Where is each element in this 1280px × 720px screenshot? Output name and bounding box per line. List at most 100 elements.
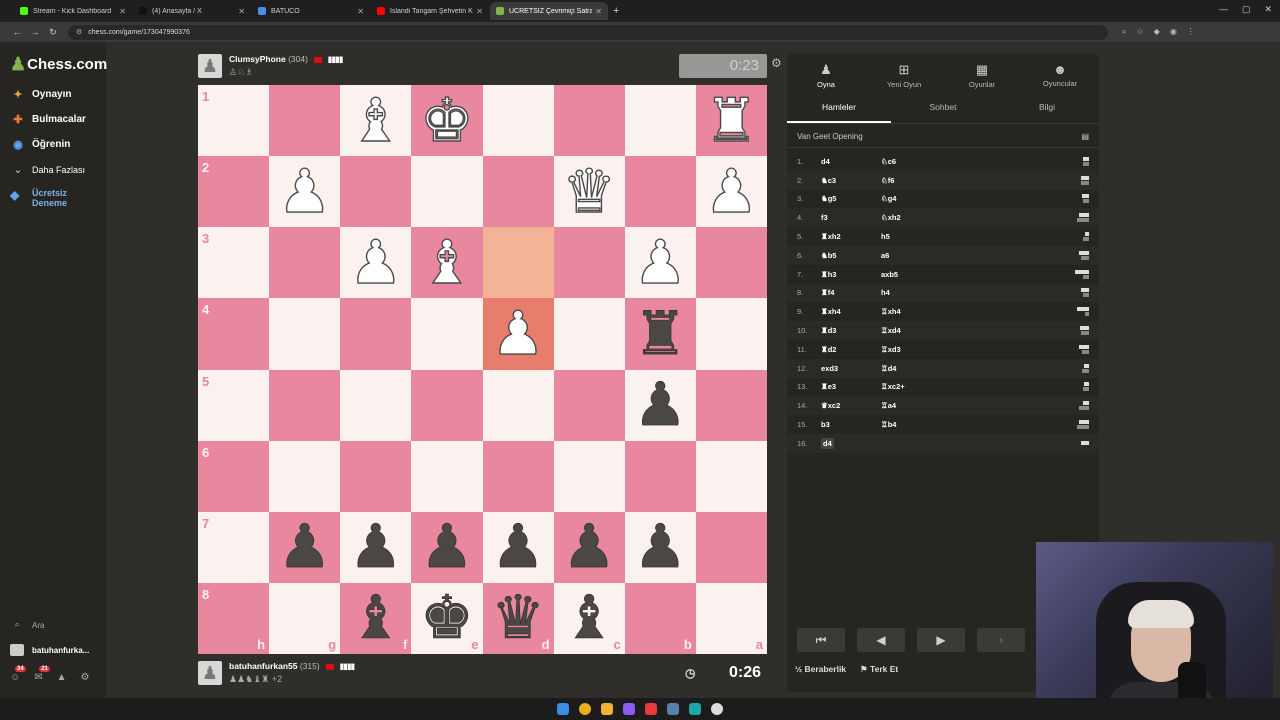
black-bishop-icon[interactable]: ♝	[562, 588, 616, 649]
white-move[interactable]: ♛xc2	[821, 401, 881, 410]
board-square[interactable]	[340, 156, 412, 228]
white-pawn-icon[interactable]: ♟	[704, 161, 759, 222]
black-pawn-icon[interactable]: ♟	[349, 517, 403, 578]
black-pawn-icon[interactable]: ♟	[633, 375, 687, 436]
white-rook-icon[interactable]: ♜	[704, 90, 759, 151]
white-move[interactable]: ♜h3	[821, 270, 881, 279]
board-square[interactable]: ♟	[624, 369, 696, 441]
chess-board[interactable]: 1 ♝ ♚ ♜ 2 ♟ ♛ ♟ 3 ♟ ♝ ♟ 4 ♟ ♜ 5 ♟ 6 7 ♟ ♟ ♟ ♟ ♟ ♟ 8 h g f ♝ e ♚ d ♛ c ♝ b a	[198, 85, 767, 654]
board-square[interactable]	[695, 298, 767, 370]
black-move[interactable]: ♖a4	[881, 401, 941, 410]
opponent-name[interactable]: ClumsyPhone	[229, 54, 286, 64]
board-square[interactable]	[269, 298, 341, 370]
browser-tab[interactable]: İslandi Tangam Şehvetin Kremi✕	[371, 2, 489, 20]
board-square[interactable]	[340, 298, 412, 370]
board-square[interactable]	[553, 227, 625, 299]
black-move[interactable]: h4	[881, 288, 941, 297]
tab-players[interactable]: ☻ Oyuncular	[1021, 54, 1099, 96]
browser-tab[interactable]: Stream - Kick Dashboard ✕	[14, 2, 132, 20]
board-square[interactable]	[411, 156, 483, 228]
resign-button[interactable]: ⚑ Terk Et	[860, 664, 898, 675]
white-bishop-icon[interactable]: ♝	[348, 90, 403, 151]
black-move[interactable]: ♘g4	[881, 194, 941, 203]
board-square[interactable]: b	[624, 582, 696, 654]
browser-tab[interactable]: BATUCO ✕	[252, 2, 370, 20]
minimize-icon[interactable]: —	[1219, 4, 1228, 15]
black-pawn-icon[interactable]: ♟	[277, 517, 331, 578]
site-info-icon[interactable]: ⚙	[76, 28, 82, 36]
black-move[interactable]: ♖xd3	[881, 345, 941, 354]
previous-move-button[interactable]: ◀	[857, 628, 905, 652]
black-queen-icon[interactable]: ♛	[491, 588, 545, 649]
extension-icon[interactable]: ◆	[1154, 27, 1160, 37]
last-move-button[interactable]: ›	[977, 628, 1025, 652]
white-move[interactable]: ♜xh4	[821, 307, 881, 316]
black-move[interactable]: ♖xd4	[881, 326, 941, 335]
app-icon[interactable]	[645, 703, 657, 715]
opening-name[interactable]: Van Geet Opening	[797, 132, 863, 141]
black-move[interactable]: ♘c6	[881, 157, 941, 166]
white-pawn-icon[interactable]: ♟	[490, 303, 545, 364]
white-move[interactable]: ♜d2	[821, 345, 881, 354]
board-square[interactable]	[269, 227, 341, 299]
board-square[interactable]	[482, 440, 554, 512]
close-tab-icon[interactable]: ✕	[476, 7, 483, 16]
white-move[interactable]: f3	[821, 213, 881, 222]
close-tab-icon[interactable]: ✕	[238, 7, 245, 16]
gear-icon[interactable]: ⚙	[771, 56, 782, 70]
board-square[interactable]: ♜	[695, 85, 767, 157]
board-square[interactable]: ♟	[695, 156, 767, 228]
board-square[interactable]	[340, 440, 412, 512]
chess-logo[interactable]: ♟ Chess.com	[10, 54, 107, 75]
board-square[interactable]: d ♛	[482, 582, 554, 654]
steam-icon[interactable]	[667, 703, 679, 715]
black-move[interactable]: a6	[881, 251, 941, 260]
board-square[interactable]: ♟	[269, 156, 341, 228]
white-pawn-icon[interactable]: ♟	[633, 232, 688, 293]
free-trial-link[interactable]: ◆ Ücretsiz Deneme	[10, 188, 67, 208]
sidebar-item-puzzles[interactable]: ✚ Bulmacalar	[10, 113, 86, 126]
board-square[interactable]: 8h	[198, 582, 270, 654]
board-square[interactable]: ♜	[624, 298, 696, 370]
black-pawn-icon[interactable]: ♟	[491, 517, 545, 578]
board-square[interactable]	[553, 298, 625, 370]
board-square[interactable]: g	[269, 582, 341, 654]
board-square[interactable]: 2	[198, 156, 270, 228]
board-square[interactable]: 7	[198, 511, 270, 583]
board-square[interactable]	[482, 369, 554, 441]
board-square[interactable]	[269, 85, 341, 157]
close-tab-icon[interactable]: ✕	[595, 7, 602, 16]
tab-games[interactable]: ▦ Oyunlar	[943, 54, 1021, 96]
zoom-icon[interactable]: ⌕	[1122, 27, 1126, 37]
extension-icon[interactable]: ◉	[1170, 27, 1177, 37]
board-square[interactable]: ♟	[340, 227, 412, 299]
url-field[interactable]: ⚙ chess.com/game/173047990376	[68, 24, 1108, 40]
board-square[interactable]: ♟	[624, 227, 696, 299]
board-square[interactable]: ♟	[411, 511, 483, 583]
black-pawn-icon[interactable]: ♟	[420, 517, 474, 578]
board-square[interactable]: ♛	[553, 156, 625, 228]
sidebar-item-play[interactable]: ✦ Oynayın	[10, 88, 71, 101]
folder-icon[interactable]	[601, 703, 613, 715]
subtab-info[interactable]: Bilgi	[995, 96, 1099, 123]
board-square[interactable]	[482, 85, 554, 157]
forward-icon[interactable]: →	[26, 27, 44, 37]
white-move[interactable]: d4	[821, 437, 881, 449]
white-king-icon[interactable]: ♚	[419, 90, 474, 151]
board-square[interactable]: ♟	[482, 298, 554, 370]
white-bishop-icon[interactable]: ♝	[419, 232, 474, 293]
black-move[interactable]: ♘f6	[881, 176, 941, 185]
player-avatar[interactable]: ♟	[198, 661, 222, 685]
start-icon[interactable]	[557, 703, 569, 715]
settings-icon[interactable]: ⚙	[81, 672, 90, 683]
black-king-icon[interactable]: ♚	[420, 588, 474, 649]
reload-icon[interactable]: ↻	[44, 27, 62, 38]
sidebar-item-learn[interactable]: ◉ Öğrenin	[10, 138, 70, 151]
white-move[interactable]: d4	[821, 157, 881, 166]
white-pawn-icon[interactable]: ♟	[277, 161, 332, 222]
black-pawn-icon[interactable]: ♟	[633, 517, 687, 578]
sidebar-search[interactable]: ⌕ Ara	[10, 620, 45, 630]
opponent-avatar[interactable]: ♟	[198, 54, 222, 78]
friends-icon[interactable]: ☺ 34	[10, 666, 26, 683]
white-pawn-icon[interactable]: ♟	[348, 232, 403, 293]
